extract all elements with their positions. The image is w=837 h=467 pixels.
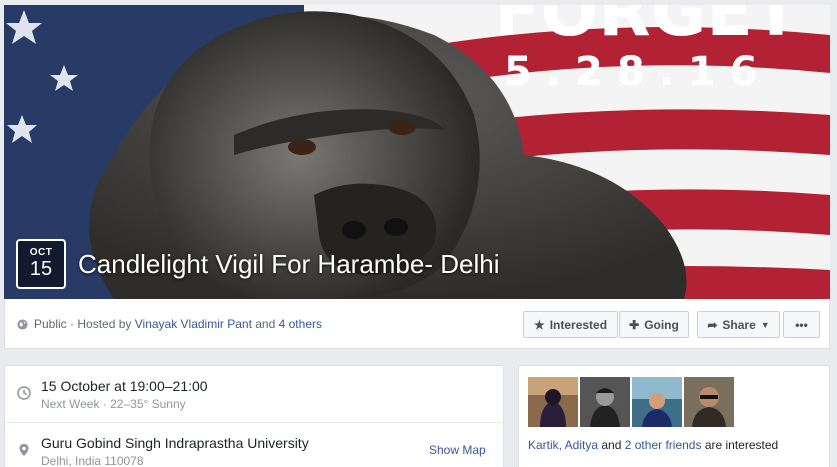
more-options-button[interactable]: •••	[783, 311, 820, 338]
time-row: 15 October at 19:00–21:00 Next Week · 22…	[5, 378, 503, 411]
event-weather: Next Week · 22–35° Sunny	[41, 397, 186, 411]
friend-avatar[interactable]	[632, 377, 682, 427]
host-line: Public · Hosted by Vinayak Vladimir Pant…	[17, 317, 322, 331]
hosted-by-prefix: · Hosted by	[70, 317, 132, 331]
event-location-address: Delhi, India 110078	[41, 454, 144, 467]
event-title: Candlelight Vigil For Harambe- Delhi	[78, 248, 500, 279]
globe-icon	[17, 318, 28, 330]
show-map-link[interactable]: Show Map	[429, 443, 486, 457]
details-divider	[5, 422, 503, 423]
event-title-row: OCT 15 Candlelight Vigil For Harambe- De…	[16, 239, 499, 289]
going-button[interactable]: ✚ Going	[619, 311, 689, 338]
going-label: Going	[644, 317, 679, 332]
star-icon: ★	[533, 317, 545, 332]
event-info-bar: Public · Hosted by Vinayak Vladimir Pant…	[4, 299, 830, 349]
event-cover-photo[interactable]: FORGET 5.28.16 OCT 15 Candlelight Vigil …	[4, 5, 830, 299]
interested-button[interactable]: ★ Interested	[523, 311, 618, 338]
host-name-link[interactable]: Vinayak Vladimir Pant	[135, 317, 252, 331]
friend-avatar[interactable]	[528, 377, 578, 427]
event-date-badge: OCT 15	[16, 239, 66, 289]
clock-icon	[17, 386, 31, 400]
event-time: 15 October at 19:00–21:00	[41, 378, 208, 394]
more-dots-icon: •••	[795, 317, 808, 332]
map-pin-icon	[19, 444, 29, 456]
plus-icon: ✚	[629, 317, 640, 332]
cover-banner-word: FORGET	[494, 5, 800, 52]
other-friends-link[interactable]: 2 other friends	[625, 438, 702, 452]
and-text: and	[601, 438, 622, 452]
share-label: Share	[722, 317, 756, 332]
friend-names-link[interactable]: Kartik, Aditya	[528, 438, 598, 452]
other-hosts-link[interactable]: 4 others	[279, 317, 322, 331]
interested-suffix: are interested	[704, 438, 779, 452]
privacy-label: Public	[34, 317, 67, 331]
and-text: and	[255, 317, 276, 331]
share-button[interactable]: ➦ Share ▼	[697, 311, 780, 338]
friend-avatar[interactable]	[580, 377, 630, 427]
friend-avatar[interactable]	[684, 377, 734, 427]
date-month: OCT	[29, 247, 53, 258]
event-location-name[interactable]: Guru Gobind Singh Indraprastha Universit…	[41, 435, 309, 451]
friends-interested-card: Kartik, Aditya and 2 other friends are i…	[518, 365, 830, 467]
event-details-card: 15 October at 19:00–21:00 Next Week · 22…	[4, 365, 504, 467]
chevron-down-icon: ▼	[760, 319, 770, 330]
cover-banner-date: 5.28.16	[504, 49, 772, 95]
share-arrow-icon: ➦	[707, 317, 718, 332]
friends-interested-text: Kartik, Aditya and 2 other friends are i…	[528, 438, 778, 452]
date-day: 15	[29, 258, 53, 280]
interested-label: Interested	[549, 317, 608, 332]
